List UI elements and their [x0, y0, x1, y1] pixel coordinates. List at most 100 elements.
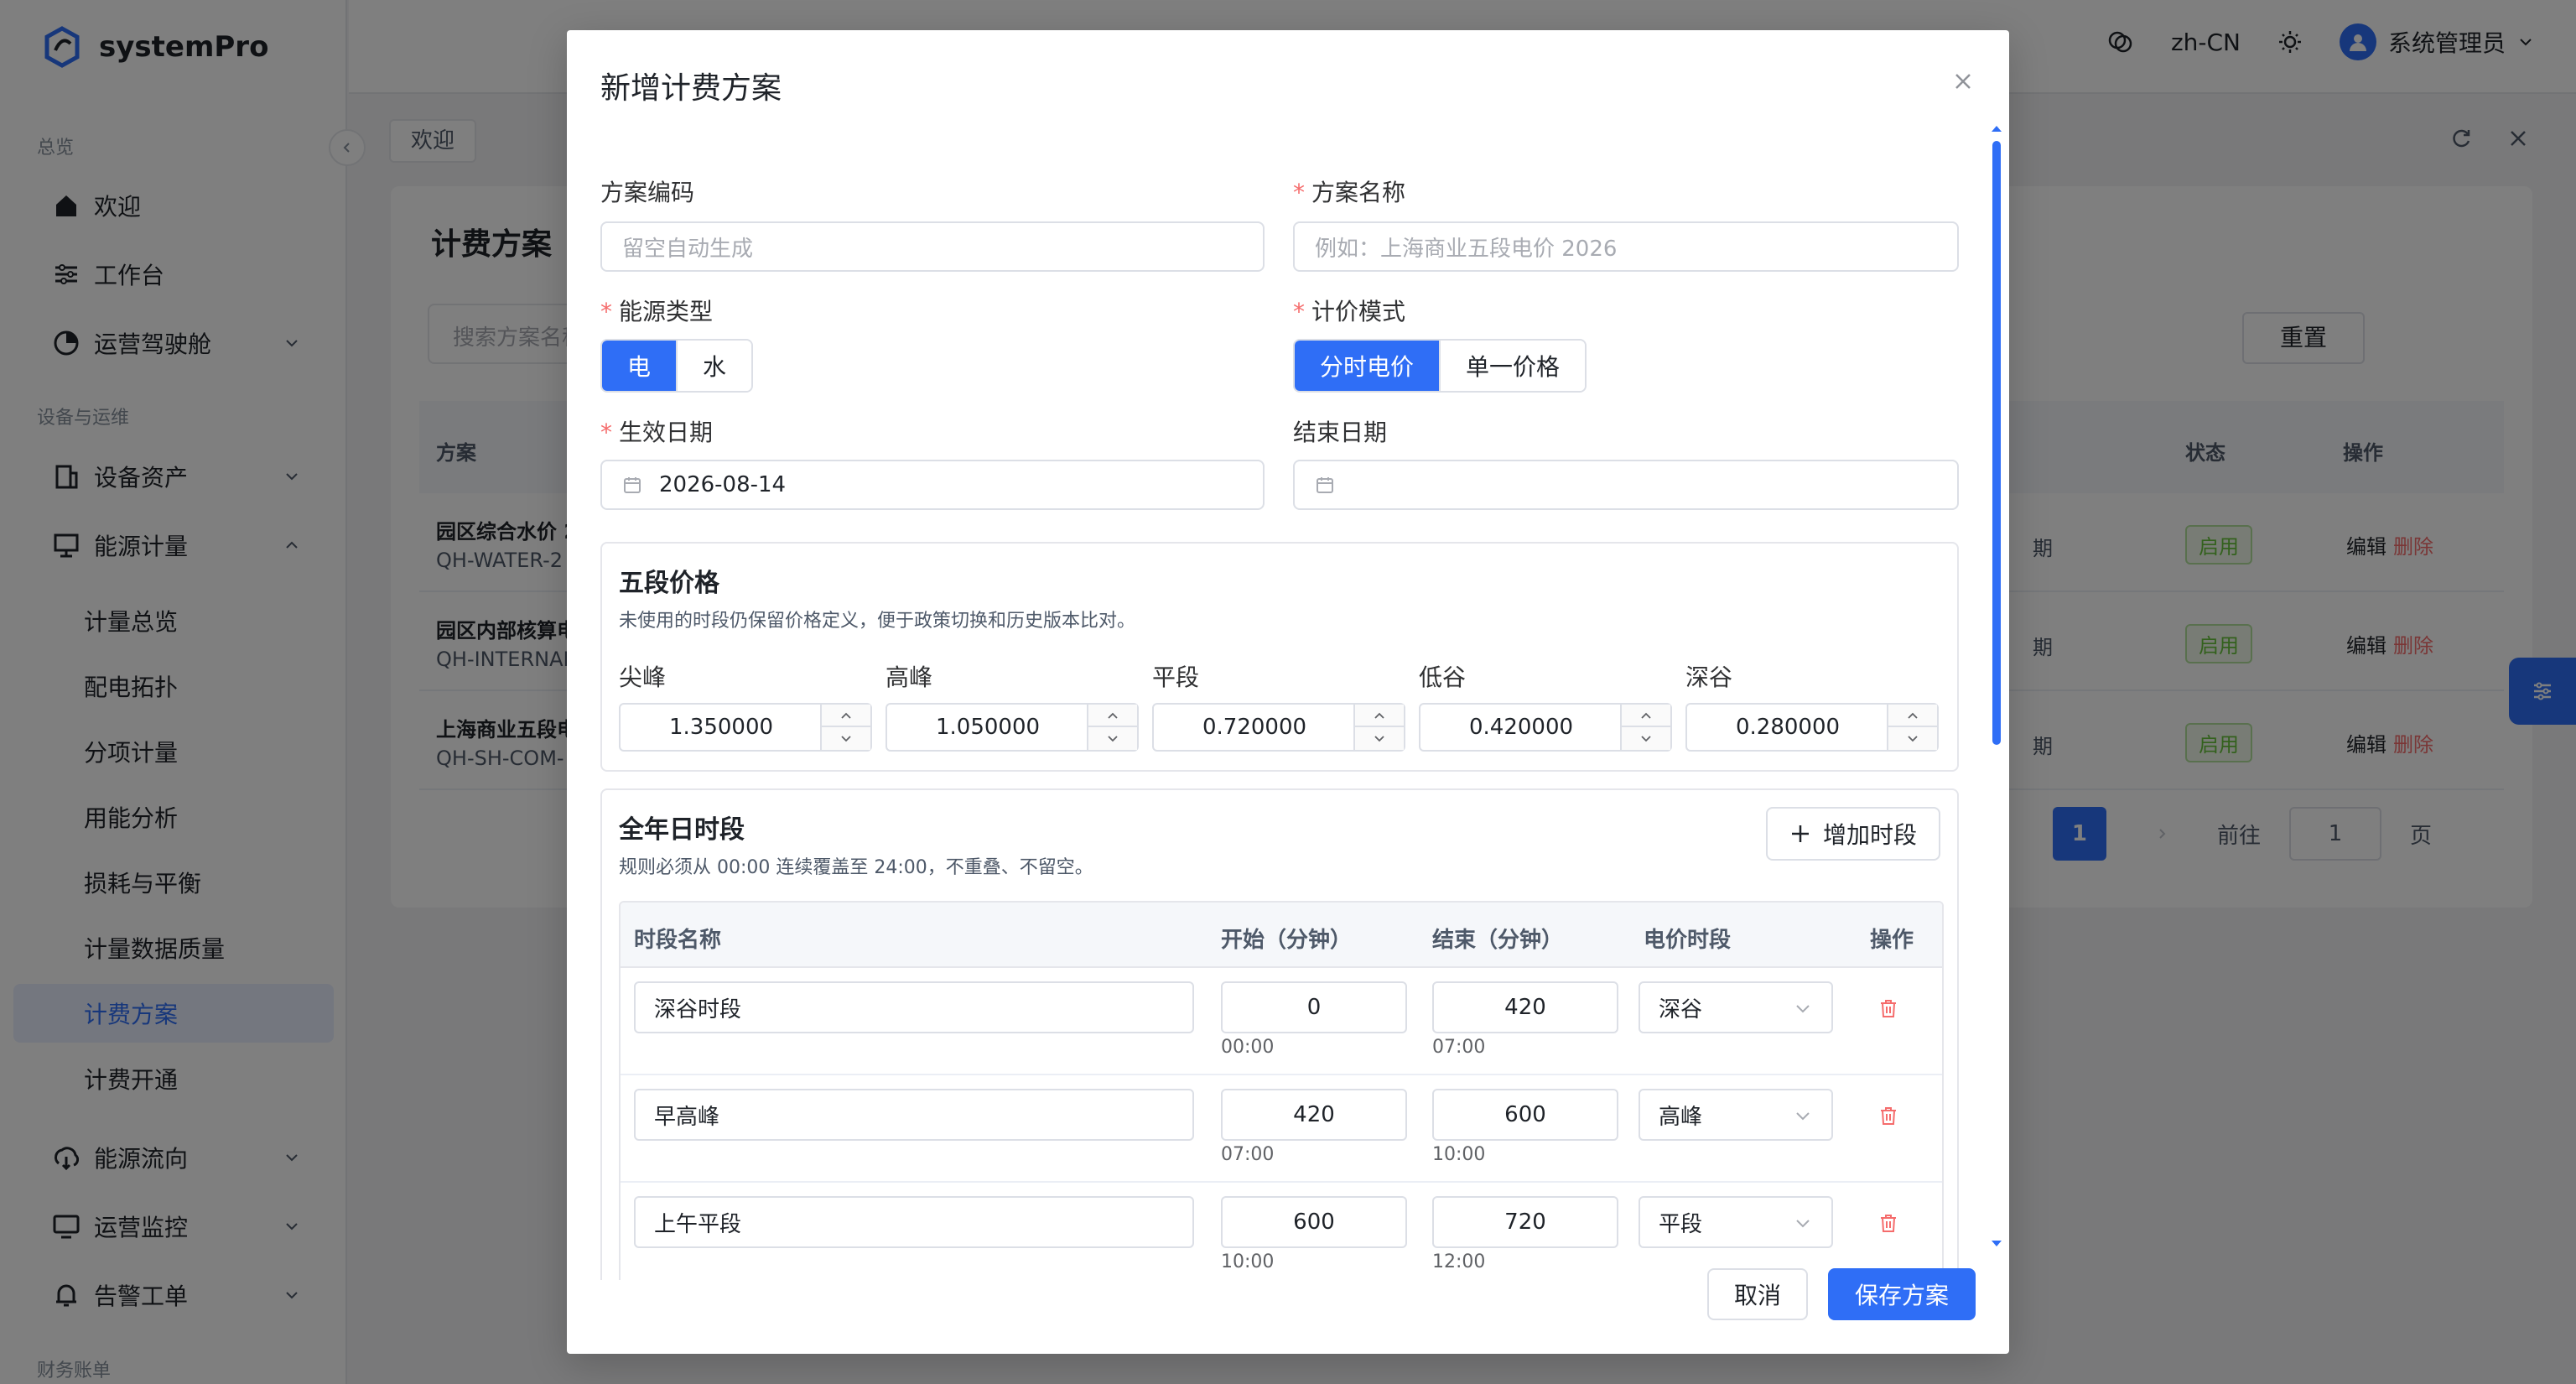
- price-label-peak: 高峰: [886, 663, 933, 691]
- chevron-down-icon: [1374, 735, 1384, 741]
- period-start-input[interactable]: 600: [1221, 1196, 1407, 1248]
- chevron-up-icon: [1374, 712, 1384, 719]
- start-time-hint: 10:00: [1221, 1251, 1275, 1272]
- add-period-button[interactable]: 增加时段: [1765, 807, 1940, 861]
- plan-name-label: * 方案名称: [1293, 179, 1406, 206]
- label-text: 方案名称: [1311, 179, 1406, 206]
- decrement-button[interactable]: [822, 727, 870, 750]
- price-input-sharp[interactable]: 1.350000: [619, 703, 872, 752]
- label-text: 方案编码: [600, 179, 695, 206]
- stepper-controls: [1887, 705, 1937, 750]
- period-name-input[interactable]: 上午平段: [634, 1196, 1194, 1248]
- start-date-picker[interactable]: 2026-08-14: [600, 460, 1265, 510]
- energy-option-water[interactable]: 水: [678, 341, 752, 391]
- chevron-up-icon: [1108, 712, 1118, 719]
- trash-icon[interactable]: [1877, 996, 1900, 1020]
- plan-code-label: 方案编码: [600, 174, 694, 208]
- period-start-input[interactable]: 0: [1221, 981, 1407, 1033]
- end-time-hint: 12:00: [1432, 1251, 1486, 1272]
- input-value: 600: [1293, 1210, 1335, 1235]
- price-label-flat: 平段: [1152, 663, 1200, 691]
- input-value: 0: [1306, 995, 1322, 1020]
- input-value: 720: [1504, 1210, 1546, 1235]
- decrement-button[interactable]: [1888, 727, 1937, 750]
- price-value: 0.720000: [1202, 715, 1307, 740]
- scroll-up-arrow-icon[interactable]: [1991, 124, 2002, 133]
- close-icon[interactable]: [1950, 69, 1976, 94]
- start-time-hint: 00:00: [1221, 1037, 1275, 1058]
- input-value: 600: [1504, 1102, 1546, 1127]
- period-name-input[interactable]: 深谷时段: [634, 981, 1194, 1033]
- price-input-flat[interactable]: 0.720000: [1152, 703, 1405, 752]
- period-end-input[interactable]: 420: [1432, 981, 1618, 1033]
- price-value: 0.420000: [1468, 715, 1574, 740]
- pricing-option-tou[interactable]: 分时电价: [1295, 341, 1441, 391]
- chevron-down-icon: [1796, 1220, 1810, 1228]
- plan-name-input[interactable]: 例如：上海商业五段电价 2026: [1293, 221, 1959, 272]
- chevron-up-icon: [1908, 712, 1918, 719]
- decrement-button[interactable]: [1622, 727, 1670, 750]
- chevron-down-icon: [1796, 1112, 1810, 1121]
- price-label-sharp: 尖峰: [619, 663, 667, 691]
- plan-code-input[interactable]: 留空自动生成: [600, 221, 1265, 272]
- chevron-down-icon: [841, 735, 851, 741]
- save-plan-button[interactable]: 保存方案: [1827, 1268, 1976, 1320]
- new-billing-plan-dialog: 新增计费方案 方案编码 留空自动生成 * 方案名称 例如：上海商业五段电价 202…: [567, 30, 2009, 1354]
- placeholder: 例如：上海商业五段电价 2026: [1315, 236, 1618, 262]
- section-title: 全年日时段: [619, 815, 745, 845]
- column-header: 结束（分钟）: [1432, 928, 1564, 953]
- dialog-footer: 取消 保存方案: [1706, 1268, 1976, 1320]
- end-time-hint: 07:00: [1432, 1037, 1486, 1058]
- end-date-label: 结束日期: [1293, 414, 1387, 448]
- increment-button[interactable]: [1888, 705, 1937, 727]
- tier-select[interactable]: 平段: [1639, 1196, 1833, 1248]
- column-header: 时段名称: [634, 928, 722, 953]
- trash-icon[interactable]: [1877, 1211, 1900, 1235]
- price-input-deep-valley[interactable]: 0.280000: [1685, 703, 1939, 752]
- start-time-hint: 07:00: [1221, 1144, 1275, 1165]
- table-row: 早高峰 420 07:00 600 10:00 高峰: [621, 1075, 1942, 1183]
- price-input-valley[interactable]: 0.420000: [1419, 703, 1672, 752]
- increment-button[interactable]: [822, 705, 870, 727]
- increment-button[interactable]: [1088, 705, 1137, 727]
- period-end-input[interactable]: 720: [1432, 1196, 1618, 1248]
- daily-period-section: 全年日时段 规则必须从 00:00 连续覆盖至 24:00，不重叠、不留空。 增…: [600, 788, 1959, 1280]
- label-text: 生效日期: [619, 419, 714, 446]
- input-value: 420: [1293, 1102, 1335, 1127]
- tier-select[interactable]: 深谷: [1639, 981, 1833, 1033]
- end-date-picker[interactable]: [1293, 460, 1959, 510]
- period-start-input[interactable]: 420: [1221, 1089, 1407, 1141]
- trash-icon[interactable]: [1877, 1104, 1900, 1127]
- decrement-button[interactable]: [1355, 727, 1404, 750]
- scrollbar-thumb[interactable]: [1992, 141, 2001, 745]
- label-text: 结束日期: [1293, 419, 1388, 446]
- stepper-controls: [1353, 705, 1404, 750]
- label-text: 能源类型: [619, 298, 714, 325]
- column-header: 电价时段: [1644, 928, 1732, 953]
- energy-option-electric[interactable]: 电: [602, 341, 678, 391]
- tier-select[interactable]: 高峰: [1639, 1089, 1833, 1141]
- chevron-down-icon: [1108, 735, 1118, 741]
- input-value: 早高峰: [654, 1104, 720, 1130]
- cancel-button[interactable]: 取消: [1706, 1268, 1808, 1320]
- period-end-input[interactable]: 600: [1432, 1089, 1618, 1141]
- decrement-button[interactable]: [1088, 727, 1137, 750]
- increment-button[interactable]: [1622, 705, 1670, 727]
- input-value: 深谷时段: [654, 996, 742, 1022]
- period-name-input[interactable]: 早高峰: [634, 1089, 1194, 1141]
- table-header: 时段名称 开始（分钟） 结束（分钟） 电价时段 操作: [621, 903, 1942, 968]
- dialog-title: 新增计费方案: [600, 71, 782, 106]
- pricing-option-flat[interactable]: 单一价格: [1441, 341, 1586, 391]
- price-label-valley: 低谷: [1419, 663, 1467, 691]
- pricing-mode-toggle: 分时电价 单一价格: [1293, 339, 1587, 393]
- start-date-label: * 生效日期: [600, 419, 714, 446]
- label-text: 计价模式: [1311, 298, 1406, 325]
- column-header: 开始（分钟）: [1221, 928, 1353, 953]
- price-value: 1.350000: [668, 715, 774, 740]
- chevron-up-icon: [841, 712, 851, 719]
- input-value: 上午平段: [654, 1211, 742, 1237]
- scroll-down-arrow-icon[interactable]: [1991, 1240, 2002, 1248]
- table-row: 上午平段 600 10:00 720 12:00 平段: [621, 1183, 1942, 1280]
- increment-button[interactable]: [1355, 705, 1404, 727]
- price-input-peak[interactable]: 1.050000: [886, 703, 1139, 752]
